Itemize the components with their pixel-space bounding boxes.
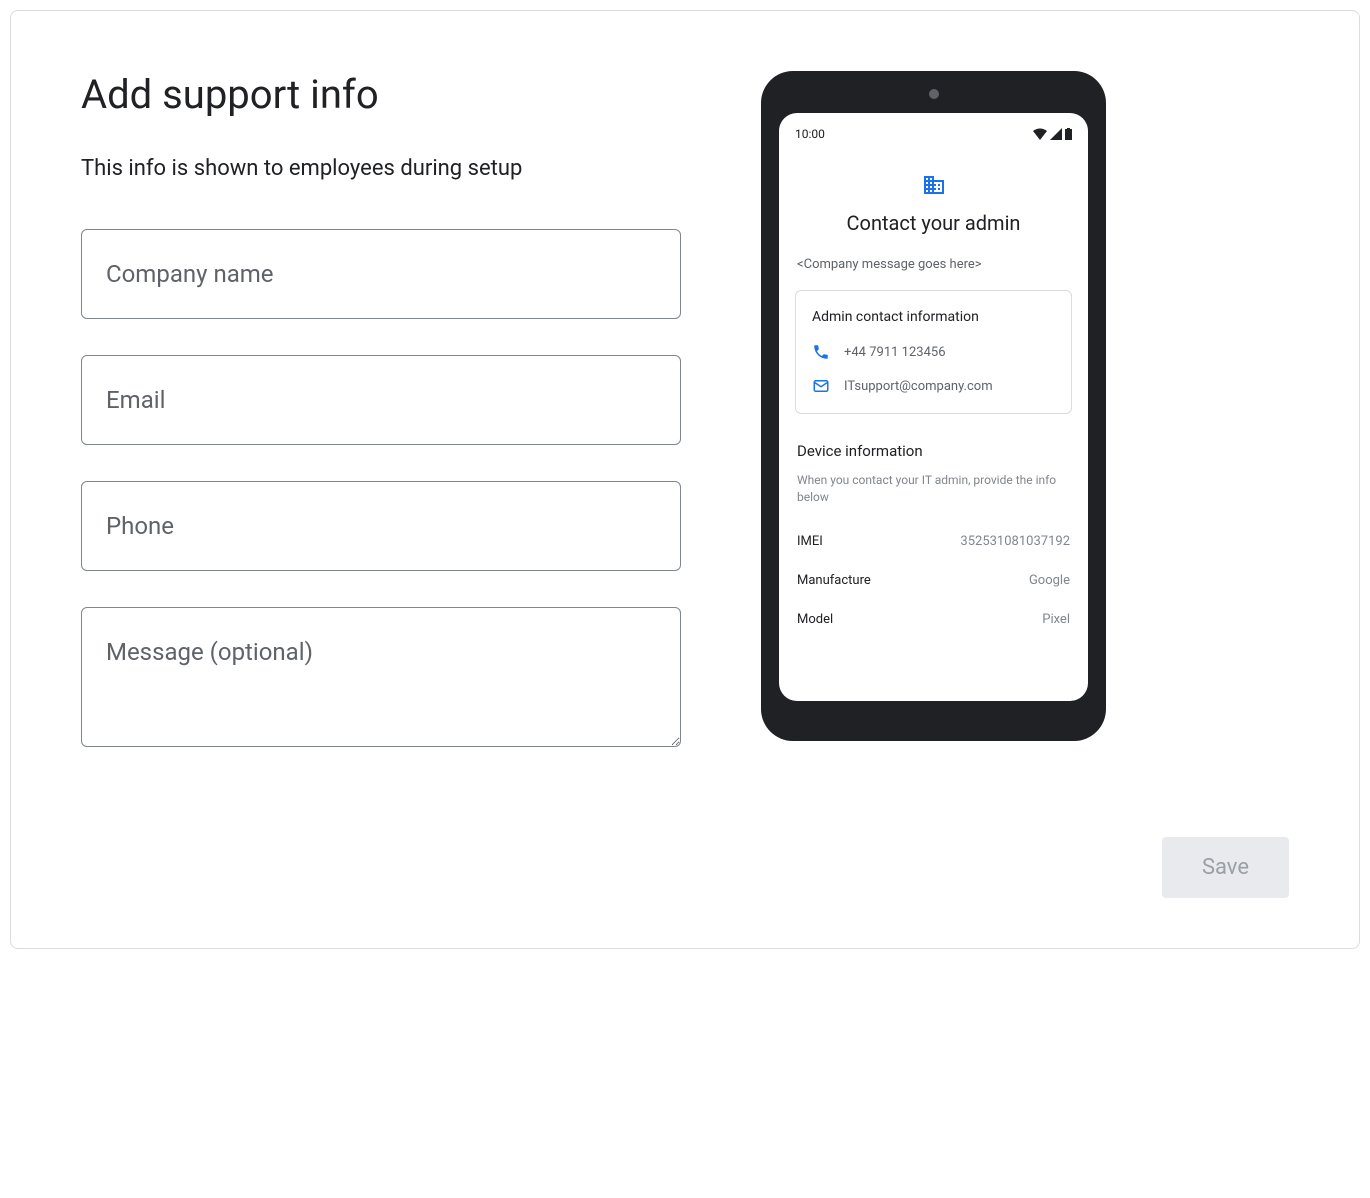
phone-time: 10:00 [795,127,825,141]
signal-icon [1050,128,1062,140]
save-button[interactable]: Save [1162,837,1289,898]
button-row: Save [81,837,1289,898]
device-manufacture-row: Manufacture Google [797,573,1070,588]
page-subtitle: This info is shown to employees during s… [81,156,681,181]
manufacture-value: Google [1029,573,1070,588]
imei-value: 352531081037192 [960,534,1070,549]
page-title: Add support info [81,71,681,118]
form-section: Add support info This info is shown to e… [81,71,681,787]
page-container: Add support info This info is shown to e… [10,10,1360,949]
device-model-row: Model Pixel [797,612,1070,627]
device-info-title: Device information [797,442,1070,460]
phone-camera-dot [929,89,939,99]
mail-icon [812,377,830,395]
phone-screen: 10:00 Contact your admin <Company messag… [779,113,1088,701]
company-name-input[interactable] [81,229,681,319]
wifi-icon [1033,128,1047,140]
preview-contact-title: Contact your admin [795,211,1072,235]
admin-card-title: Admin contact information [812,309,1055,325]
main-content: Add support info This info is shown to e… [81,71,1289,787]
email-input[interactable] [81,355,681,445]
device-info-section: Device information When you contact your… [795,442,1072,627]
phone-icon [812,343,830,361]
building-icon [922,173,946,197]
battery-icon [1065,128,1072,140]
admin-phone-row: +44 7911 123456 [812,343,1055,361]
admin-email-value: ITsupport@company.com [844,379,993,394]
preview-company-message: <Company message goes here> [795,257,1072,272]
admin-contact-card: Admin contact information +44 7911 12345… [795,290,1072,414]
device-imei-row: IMEI 352531081037192 [797,534,1070,549]
model-value: Pixel [1042,612,1070,627]
manufacture-label: Manufacture [797,573,871,588]
device-info-subtitle: When you contact your IT admin, provide … [797,472,1070,506]
phone-status-bar: 10:00 [795,127,1072,141]
phone-preview: 10:00 Contact your admin <Company messag… [761,71,1106,741]
phone-status-icons [1033,128,1072,140]
phone-input[interactable] [81,481,681,571]
model-label: Model [797,612,833,627]
admin-email-row: ITsupport@company.com [812,377,1055,395]
message-textarea[interactable] [81,607,681,747]
admin-phone-value: +44 7911 123456 [844,345,946,360]
imei-label: IMEI [797,534,823,549]
